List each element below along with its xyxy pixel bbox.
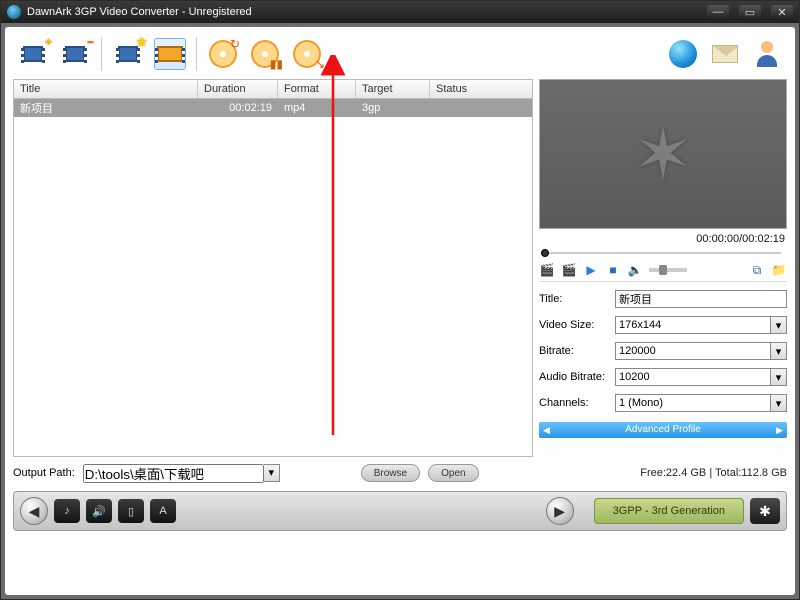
output-path-input[interactable]	[83, 464, 264, 483]
video-size-field: Video Size: ▾	[539, 316, 787, 334]
dropdown-icon[interactable]: ▾	[771, 316, 787, 334]
device-mode-button[interactable]: ▯	[118, 499, 144, 523]
email-button[interactable]	[709, 38, 741, 70]
disk-info-label: Free:22.4 GB | Total:112.8 GB	[640, 467, 787, 479]
browse-button[interactable]: Browse	[361, 464, 420, 482]
body-row: Title Duration Format Target Status 新项目 …	[13, 79, 787, 457]
output-row: Output Path: ▾ Browse Open Free:22.4 GB …	[13, 461, 787, 485]
app-icon	[7, 5, 21, 19]
video-size-label: Video Size:	[539, 319, 609, 331]
audio-bitrate-field: Audio Bitrate: ▾	[539, 368, 787, 386]
window-title: DawnArk 3GP Video Converter - Unregister…	[27, 6, 697, 18]
profile-button[interactable]: 3GPP - 3rd Generation	[594, 498, 744, 524]
new-project-button[interactable]: ★	[112, 38, 144, 70]
col-title[interactable]: Title	[14, 80, 198, 98]
prev-button[interactable]: ◀	[20, 497, 48, 525]
bottom-bar: ◀ ♪ 🔊 ▯ A ▶ 3GPP - 3rd Generation ✱	[13, 491, 787, 531]
titlebar: DawnArk 3GP Video Converter - Unregister…	[1, 1, 799, 23]
remove-file-button[interactable]: −	[59, 38, 91, 70]
client-area: + − ★ ↻ ▮▮ ↘ Title Duration Format Targe…	[5, 27, 795, 595]
open-button[interactable]: Open	[428, 464, 478, 482]
channels-select[interactable]	[615, 394, 771, 412]
dropdown-icon[interactable]: ▾	[771, 368, 787, 386]
grid-body[interactable]: 新项目 00:02:19 mp4 3gp	[13, 99, 533, 457]
preview-progress[interactable]	[539, 249, 787, 257]
convert-button[interactable]: ↻	[207, 38, 239, 70]
timecode-label: 00:00:00/00:02:19	[539, 233, 787, 245]
clip2-icon[interactable]: 🎬	[561, 263, 577, 277]
audio-mode-button[interactable]: 🔊	[86, 499, 112, 523]
title-label: Title:	[539, 293, 609, 305]
add-file-button[interactable]: +	[17, 38, 49, 70]
stop-convert-button[interactable]: ↘	[291, 38, 323, 70]
close-button[interactable]: ✕	[771, 5, 793, 19]
channels-label: Channels:	[539, 397, 609, 409]
clip-icon[interactable]: 🎬	[539, 263, 555, 277]
bitrate-label: Bitrate:	[539, 345, 609, 357]
minimize-button[interactable]: —	[707, 5, 729, 19]
volume-slider[interactable]	[649, 268, 687, 272]
grid-header: Title Duration Format Target Status	[13, 79, 533, 99]
main-toolbar: + − ★ ↻ ▮▮ ↘	[13, 33, 787, 75]
text-mode-button[interactable]: A	[150, 499, 176, 523]
advanced-profile-bar[interactable]: Advanced Profile	[539, 422, 787, 438]
bitrate-select[interactable]	[615, 342, 771, 360]
folder-icon[interactable]: 📁	[771, 263, 787, 277]
table-row[interactable]: 新项目 00:02:19 mp4 3gp	[14, 99, 532, 117]
channels-field: Channels: ▾	[539, 394, 787, 412]
cell-format: mp4	[278, 102, 356, 114]
toolbar-separator	[196, 37, 197, 71]
video-size-select[interactable]	[615, 316, 771, 334]
preview-area: ✶	[539, 79, 787, 229]
stop-icon[interactable]: ■	[605, 263, 621, 277]
play-icon[interactable]: ▶	[583, 263, 599, 277]
account-button[interactable]	[751, 38, 783, 70]
cell-target: 3gp	[356, 102, 430, 114]
bitrate-field: Bitrate: ▾	[539, 342, 787, 360]
properties-panel: ✶ 00:00:00/00:02:19 🎬 🎬 ▶ ■ 🔈 ⧉ 📁 Title:	[539, 79, 787, 457]
col-status[interactable]: Status	[430, 80, 532, 98]
title-input[interactable]	[615, 290, 787, 308]
next-button[interactable]: ▶	[546, 497, 574, 525]
app-window: DawnArk 3GP Video Converter - Unregister…	[0, 0, 800, 600]
audio-bitrate-label: Audio Bitrate:	[539, 371, 609, 383]
music-mode-button[interactable]: ♪	[54, 499, 80, 523]
dropdown-icon[interactable]: ▾	[264, 464, 280, 482]
dropdown-icon[interactable]: ▾	[771, 342, 787, 360]
volume-icon[interactable]: 🔈	[627, 263, 643, 277]
maximize-button[interactable]: ▭	[739, 5, 761, 19]
pause-convert-button[interactable]: ▮▮	[249, 38, 281, 70]
website-button[interactable]	[667, 38, 699, 70]
leaf-watermark-icon: ✶	[633, 112, 693, 196]
profile-menu-button[interactable]: ✱	[750, 498, 780, 524]
col-duration[interactable]: Duration	[198, 80, 278, 98]
col-target[interactable]: Target	[356, 80, 430, 98]
output-path-label: Output Path:	[13, 467, 75, 479]
project-view-button[interactable]	[154, 38, 186, 70]
title-field: Title:	[539, 290, 787, 308]
audio-bitrate-select[interactable]	[615, 368, 771, 386]
preview-toolbar: 🎬 🎬 ▶ ■ 🔈 ⧉ 📁	[539, 261, 787, 282]
dropdown-icon[interactable]: ▾	[771, 394, 787, 412]
toolbar-separator	[101, 37, 102, 71]
col-format[interactable]: Format	[278, 80, 356, 98]
cell-title: 新项目	[14, 100, 198, 116]
file-list-panel: Title Duration Format Target Status 新项目 …	[13, 79, 533, 457]
cell-duration: 00:02:19	[198, 102, 278, 114]
snapshot-icon[interactable]: ⧉	[749, 263, 765, 277]
